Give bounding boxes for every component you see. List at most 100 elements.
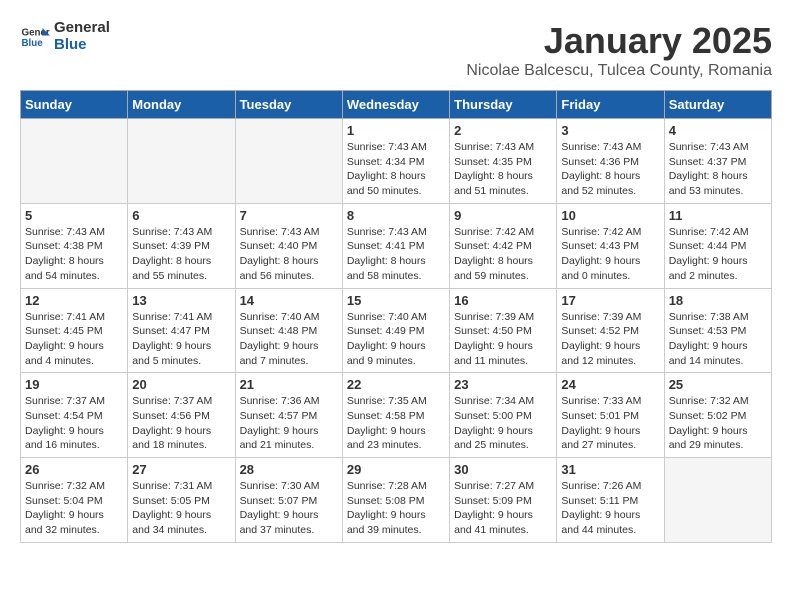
day-info: Sunrise: 7:30 AM Sunset: 5:07 PM Dayligh…: [240, 479, 338, 538]
calendar-cell: 26 Sunrise: 7:32 AM Sunset: 5:04 PM Dayli…: [21, 458, 128, 543]
day-info: Sunrise: 7:39 AM Sunset: 4:52 PM Dayligh…: [561, 310, 659, 369]
day-info: Sunrise: 7:37 AM Sunset: 4:56 PM Dayligh…: [132, 394, 230, 453]
calendar-cell: 8 Sunrise: 7:43 AM Sunset: 4:41 PM Daylig…: [342, 203, 449, 288]
svg-text:Blue: Blue: [22, 38, 44, 49]
calendar-cell: 7 Sunrise: 7:43 AM Sunset: 4:40 PM Daylig…: [235, 203, 342, 288]
calendar-cell: 11 Sunrise: 7:42 AM Sunset: 4:44 PM Dayli…: [664, 203, 771, 288]
day-info: Sunrise: 7:42 AM Sunset: 4:42 PM Dayligh…: [454, 225, 552, 284]
day-number: 28: [240, 462, 338, 477]
logo-general-text: General: [54, 20, 110, 37]
day-info: Sunrise: 7:39 AM Sunset: 4:50 PM Dayligh…: [454, 310, 552, 369]
day-number: 18: [669, 293, 767, 308]
day-number: 7: [240, 208, 338, 223]
calendar-cell: 5Sunrise: 7:43 AM Sunset: 4:38 PM Daylig…: [21, 203, 128, 288]
calendar-cell: 24Sunrise: 7:33 AM Sunset: 5:01 PM Dayli…: [557, 373, 664, 458]
day-info: Sunrise: 7:36 AM Sunset: 4:57 PM Dayligh…: [240, 394, 338, 453]
calendar-cell: [128, 119, 235, 204]
day-number: 29: [347, 462, 445, 477]
calendar-week-row: 26 Sunrise: 7:32 AM Sunset: 5:04 PM Dayli…: [21, 458, 772, 543]
day-number: 30: [454, 462, 552, 477]
calendar-cell: 10 Sunrise: 7:42 AM Sunset: 4:43 PM Dayli…: [557, 203, 664, 288]
day-number: 8: [347, 208, 445, 223]
calendar-title: January 2025: [466, 20, 772, 62]
weekday-header: Sunday: [21, 91, 128, 119]
weekday-header-row: SundayMondayTuesdayWednesdayThursdayFrid…: [21, 91, 772, 119]
calendar-cell: 20 Sunrise: 7:37 AM Sunset: 4:56 PM Dayli…: [128, 373, 235, 458]
calendar-cell: [235, 119, 342, 204]
weekday-header: Thursday: [450, 91, 557, 119]
day-info: Sunrise: 7:31 AM Sunset: 5:05 PM Dayligh…: [132, 479, 230, 538]
calendar-week-row: 1 Sunrise: 7:43 AM Sunset: 4:34 PM Daylig…: [21, 119, 772, 204]
day-number: 14: [240, 293, 338, 308]
day-number: 31: [561, 462, 659, 477]
weekday-header: Monday: [128, 91, 235, 119]
weekday-header: Tuesday: [235, 91, 342, 119]
calendar-cell: 4Sunrise: 7:43 AM Sunset: 4:37 PM Daylig…: [664, 119, 771, 204]
calendar-week-row: 19 Sunrise: 7:37 AM Sunset: 4:54 PM Dayli…: [21, 373, 772, 458]
day-number: 21: [240, 377, 338, 392]
day-info: Sunrise: 7:43 AM Sunset: 4:39 PM Dayligh…: [132, 225, 230, 284]
day-number: 4: [669, 123, 767, 138]
calendar-cell: 6 Sunrise: 7:43 AM Sunset: 4:39 PM Daylig…: [128, 203, 235, 288]
day-number: 13: [132, 293, 230, 308]
day-number: 17: [561, 293, 659, 308]
calendar-table: SundayMondayTuesdayWednesdayThursdayFrid…: [20, 90, 772, 543]
day-number: 2: [454, 123, 552, 138]
day-info: Sunrise: 7:40 AM Sunset: 4:48 PM Dayligh…: [240, 310, 338, 369]
calendar-cell: 12Sunrise: 7:41 AM Sunset: 4:45 PM Dayli…: [21, 288, 128, 373]
day-info: Sunrise: 7:43 AM Sunset: 4:38 PM Dayligh…: [25, 225, 123, 284]
day-info: Sunrise: 7:43 AM Sunset: 4:34 PM Dayligh…: [347, 140, 445, 199]
day-number: 24: [561, 377, 659, 392]
day-info: Sunrise: 7:42 AM Sunset: 4:44 PM Dayligh…: [669, 225, 767, 284]
day-number: 23: [454, 377, 552, 392]
weekday-header: Saturday: [664, 91, 771, 119]
day-number: 22: [347, 377, 445, 392]
day-number: 15: [347, 293, 445, 308]
day-info: Sunrise: 7:41 AM Sunset: 4:45 PM Dayligh…: [25, 310, 123, 369]
day-number: 26: [25, 462, 123, 477]
calendar-cell: 29 Sunrise: 7:28 AM Sunset: 5:08 PM Dayli…: [342, 458, 449, 543]
day-number: 16: [454, 293, 552, 308]
day-info: Sunrise: 7:42 AM Sunset: 4:43 PM Dayligh…: [561, 225, 659, 284]
day-number: 19: [25, 377, 123, 392]
day-number: 11: [669, 208, 767, 223]
day-info: Sunrise: 7:37 AM Sunset: 4:54 PM Dayligh…: [25, 394, 123, 453]
calendar-subtitle: Nicolae Balcescu, Tulcea County, Romania: [466, 62, 772, 80]
day-info: Sunrise: 7:43 AM Sunset: 4:35 PM Dayligh…: [454, 140, 552, 199]
day-info: Sunrise: 7:43 AM Sunset: 4:41 PM Dayligh…: [347, 225, 445, 284]
calendar-cell: [21, 119, 128, 204]
page-header: General Blue General Blue January 2025 N…: [20, 20, 772, 80]
calendar-cell: 23Sunrise: 7:34 AM Sunset: 5:00 PM Dayli…: [450, 373, 557, 458]
day-info: Sunrise: 7:40 AM Sunset: 4:49 PM Dayligh…: [347, 310, 445, 369]
calendar-cell: 21 Sunrise: 7:36 AM Sunset: 4:57 PM Dayli…: [235, 373, 342, 458]
calendar-cell: 15 Sunrise: 7:40 AM Sunset: 4:49 PM Dayli…: [342, 288, 449, 373]
calendar-cell: 18 Sunrise: 7:38 AM Sunset: 4:53 PM Dayli…: [664, 288, 771, 373]
day-number: 25: [669, 377, 767, 392]
day-number: 20: [132, 377, 230, 392]
day-number: 10: [561, 208, 659, 223]
day-number: 27: [132, 462, 230, 477]
calendar-cell: 28 Sunrise: 7:30 AM Sunset: 5:07 PM Dayli…: [235, 458, 342, 543]
day-info: Sunrise: 7:38 AM Sunset: 4:53 PM Dayligh…: [669, 310, 767, 369]
calendar-cell: 3Sunrise: 7:43 AM Sunset: 4:36 PM Daylig…: [557, 119, 664, 204]
calendar-cell: 25 Sunrise: 7:32 AM Sunset: 5:02 PM Dayli…: [664, 373, 771, 458]
calendar-cell: 16 Sunrise: 7:39 AM Sunset: 4:50 PM Dayli…: [450, 288, 557, 373]
day-number: 6: [132, 208, 230, 223]
calendar-cell: 13 Sunrise: 7:41 AM Sunset: 4:47 PM Dayli…: [128, 288, 235, 373]
day-info: Sunrise: 7:43 AM Sunset: 4:40 PM Dayligh…: [240, 225, 338, 284]
day-number: 9: [454, 208, 552, 223]
calendar-week-row: 12Sunrise: 7:41 AM Sunset: 4:45 PM Dayli…: [21, 288, 772, 373]
day-info: Sunrise: 7:35 AM Sunset: 4:58 PM Dayligh…: [347, 394, 445, 453]
day-info: Sunrise: 7:32 AM Sunset: 5:04 PM Dayligh…: [25, 479, 123, 538]
calendar-cell: 27 Sunrise: 7:31 AM Sunset: 5:05 PM Dayli…: [128, 458, 235, 543]
logo-icon: General Blue: [20, 22, 50, 52]
day-info: Sunrise: 7:28 AM Sunset: 5:08 PM Dayligh…: [347, 479, 445, 538]
day-info: Sunrise: 7:32 AM Sunset: 5:02 PM Dayligh…: [669, 394, 767, 453]
logo: General Blue General Blue: [20, 20, 110, 53]
day-info: Sunrise: 7:41 AM Sunset: 4:47 PM Dayligh…: [132, 310, 230, 369]
calendar-cell: 31 Sunrise: 7:26 AM Sunset: 5:11 PM Dayli…: [557, 458, 664, 543]
calendar-cell: 17 Sunrise: 7:39 AM Sunset: 4:52 PM Dayli…: [557, 288, 664, 373]
day-number: 1: [347, 123, 445, 138]
calendar-week-row: 5Sunrise: 7:43 AM Sunset: 4:38 PM Daylig…: [21, 203, 772, 288]
day-info: Sunrise: 7:26 AM Sunset: 5:11 PM Dayligh…: [561, 479, 659, 538]
